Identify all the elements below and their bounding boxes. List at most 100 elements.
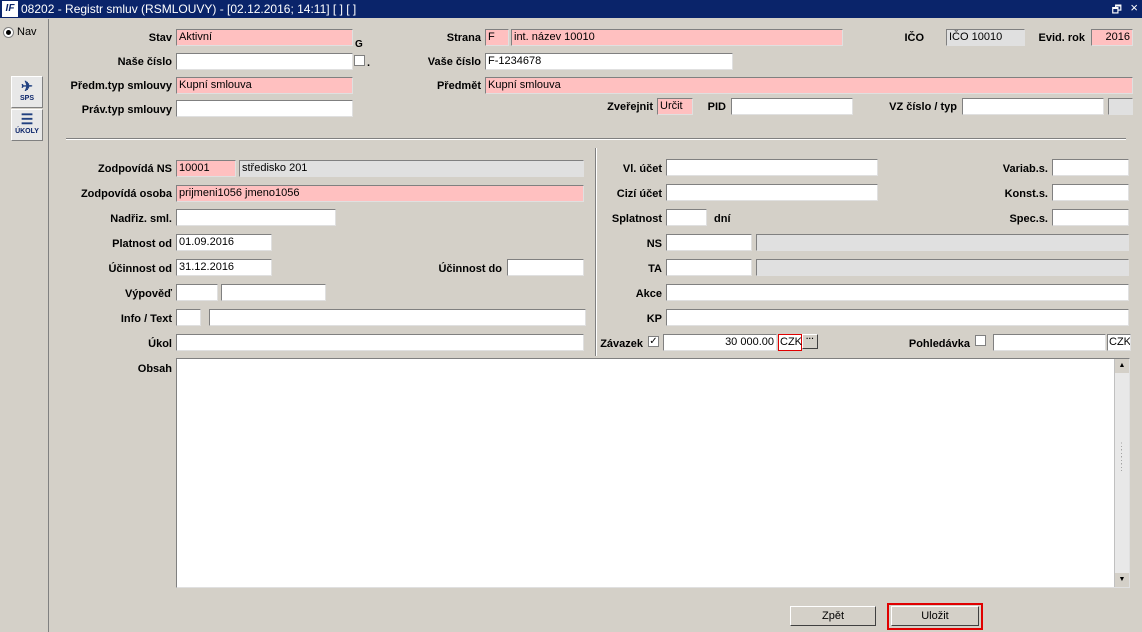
left-toolbar: Nav ✈ SPS ☰ ÚKOLY <box>0 19 49 632</box>
platnost-label: Platnost od <box>112 238 172 250</box>
pid-field[interactable] <box>731 98 853 115</box>
vase-cislo-label: Vaše číslo <box>427 56 481 68</box>
zavazek-amount-field[interactable]: 30 000.00 <box>663 334 777 351</box>
platnost-field[interactable]: 01.09.2016 <box>176 234 272 251</box>
restore-icon[interactable]: 🗗 <box>1112 1 1122 20</box>
currency-picker-icon[interactable]: ··· <box>802 334 818 349</box>
kp-label: KP <box>646 313 662 325</box>
ta-name-field[interactable] <box>756 259 1129 276</box>
stav-label: Stav <box>148 32 172 44</box>
ico-field[interactable]: IČO 10010 <box>946 29 1025 46</box>
strana-name-field[interactable]: int. název 10010 <box>511 29 843 46</box>
ukol-field[interactable] <box>176 334 584 351</box>
evid-rok-label: Evid. rok <box>1038 32 1085 44</box>
pid-label: PID <box>707 101 726 113</box>
title-bar: IF 08202 - Registr smluv (RSMLOUVY) - [0… <box>0 0 1142 18</box>
ucinnost-od-field[interactable]: 31.12.2016 <box>176 259 272 276</box>
dni-label: dní <box>714 213 731 225</box>
evid-rok-field[interactable]: 2016 <box>1091 29 1133 46</box>
zodp-ns-label: Zodpovídá NS <box>98 163 172 175</box>
variab-field[interactable] <box>1052 159 1129 176</box>
vz-field[interactable] <box>962 98 1104 115</box>
close-icon[interactable]: × <box>1130 0 1138 15</box>
zavazek-currency-field[interactable]: CZK <box>778 334 802 351</box>
akce-label: Akce <box>635 288 662 300</box>
pohledavka-checkbox[interactable] <box>975 335 986 346</box>
pohledavka-label: Pohledávka <box>908 338 970 350</box>
g-label: G <box>355 39 363 50</box>
info-field-a[interactable] <box>176 309 201 326</box>
predmet-label: Předmět <box>436 80 481 92</box>
zodp-ns-name-field[interactable]: středisko 201 <box>239 160 584 177</box>
zverejnit-field[interactable]: Určit <box>657 98 693 115</box>
prav-typ-field[interactable] <box>176 100 353 117</box>
vypoved-field-a[interactable] <box>176 284 218 301</box>
konst-field[interactable] <box>1052 184 1129 201</box>
predm-typ-label: Předm.typ smlouvy <box>70 80 172 92</box>
stav-field[interactable]: Aktivní <box>176 29 353 46</box>
nav-radio[interactable] <box>3 27 14 38</box>
section-divider <box>66 138 1126 140</box>
column-divider <box>595 148 597 356</box>
task-list-icon: ☰ <box>20 111 34 127</box>
zodp-osoba-field[interactable]: prijmeni1056 jmeno1056 <box>176 185 584 202</box>
kp-field[interactable] <box>666 309 1129 326</box>
dot-label: . <box>367 57 371 69</box>
ukoly-button[interactable]: ☰ ÚKOLY <box>11 109 43 141</box>
strana-label: Strana <box>446 32 481 44</box>
spec-field[interactable] <box>1052 209 1129 226</box>
sps-button[interactable]: ✈ SPS <box>11 76 43 108</box>
ukol-label: Úkol <box>148 338 172 350</box>
zodp-ns-code-field[interactable]: 10001 <box>176 160 236 177</box>
ns-label: NS <box>646 238 662 250</box>
ta-label: TA <box>648 263 662 275</box>
cizi-ucet-label: Cizí účet <box>616 188 662 200</box>
scroll-down-icon[interactable]: ▼ <box>1115 573 1129 587</box>
splatnost-field[interactable] <box>666 209 707 226</box>
zavazek-label: Závazek <box>600 338 643 350</box>
sps-label: SPS <box>19 95 34 102</box>
konst-label: Konst.s. <box>1004 188 1048 200</box>
zpet-button[interactable]: Zpět <box>790 606 876 626</box>
splatnost-label: Splatnost <box>611 213 662 225</box>
vase-cislo-field[interactable]: F-1234678 <box>485 53 733 70</box>
ukoly-label: ÚKOLY <box>15 128 39 135</box>
vypoved-field-b[interactable] <box>221 284 326 301</box>
ta-code-field[interactable] <box>666 259 752 276</box>
ns-name-field[interactable] <box>756 234 1129 251</box>
ucinnost-do-label: Účinnost do <box>438 263 502 275</box>
nadriz-field[interactable] <box>176 209 336 226</box>
obsah-scrollbar[interactable]: ▲ ⋮ ⋮ ⋮ ⋮ ▼ <box>1114 359 1129 587</box>
ucinnost-do-field[interactable] <box>507 259 584 276</box>
cizi-ucet-field[interactable] <box>666 184 878 201</box>
vz-type-field[interactable] <box>1108 98 1133 115</box>
window-title: 08202 - Registr smluv (RSMLOUVY) - [02.1… <box>21 2 357 16</box>
pohledavka-amount-field[interactable] <box>993 334 1106 351</box>
vl-ucet-label: Vl. účet <box>622 163 662 175</box>
predmet-field[interactable]: Kupní smlouva <box>485 77 1133 94</box>
pohledavka-currency-field[interactable]: CZK <box>1107 334 1131 351</box>
strana-code-field[interactable]: F <box>485 29 509 46</box>
scroll-grip-icon: ⋮ ⋮ ⋮ ⋮ <box>1117 441 1126 472</box>
plane-icon: ✈ <box>21 78 33 94</box>
spec-label: Spec.s. <box>1009 213 1048 225</box>
ucinnost-od-label: Účinnost od <box>108 263 172 275</box>
nase-cislo-checkbox[interactable] <box>354 55 365 66</box>
nase-cislo-field[interactable] <box>176 53 353 70</box>
zavazek-checkbox[interactable]: ✓ <box>648 336 659 347</box>
vl-ucet-field[interactable] <box>666 159 878 176</box>
ico-label: IČO <box>904 32 924 44</box>
nadriz-label: Nadřiz. sml. <box>110 213 172 225</box>
app-logo-icon: IF <box>2 1 18 17</box>
prav-typ-label: Práv.typ smlouvy <box>81 104 172 116</box>
ns-code-field[interactable] <box>666 234 752 251</box>
info-field-b[interactable] <box>209 309 586 326</box>
zverejnit-label: Zveřejnit <box>607 101 653 113</box>
ulozit-button[interactable]: Uložit <box>891 606 979 626</box>
obsah-label: Obsah <box>137 363 172 375</box>
obsah-textarea[interactable]: ▲ ⋮ ⋮ ⋮ ⋮ ▼ <box>176 358 1130 588</box>
predm-typ-field[interactable]: Kupní smlouva <box>176 77 353 94</box>
akce-field[interactable] <box>666 284 1129 301</box>
scroll-up-icon[interactable]: ▲ <box>1115 359 1129 373</box>
vypoved-label: Výpověď <box>124 288 172 300</box>
